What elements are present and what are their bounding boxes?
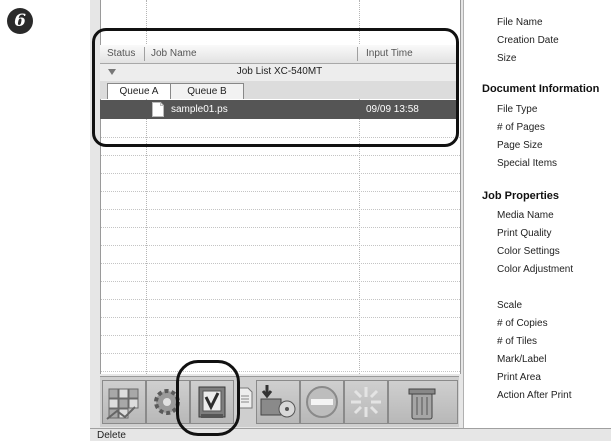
grid-row-line: [101, 263, 460, 264]
tab-queue-b[interactable]: Queue B: [170, 83, 244, 99]
step-number-badge: 6: [7, 8, 33, 34]
status-bar: Delete: [90, 428, 611, 441]
trash-icon: [408, 388, 436, 420]
prop-print-quality: Print Quality: [497, 228, 552, 239]
prop-pages: # of Pages: [497, 122, 545, 133]
burst-button[interactable]: [344, 380, 388, 424]
prop-action-after-print: Action After Print: [497, 390, 572, 401]
group-title: Job List XC-540MT: [236, 66, 323, 77]
print-to-device-button[interactable]: [256, 380, 300, 424]
document-information-heading: Document Information: [482, 83, 600, 95]
stop-icon: [306, 386, 338, 418]
document-icon: [237, 387, 253, 409]
prop-page-size: Page Size: [497, 140, 543, 151]
document-properties-button[interactable]: [234, 380, 256, 424]
column-header-input-time[interactable]: Input Time: [366, 48, 413, 59]
starburst-icon: [351, 387, 381, 417]
grid-row-line: [101, 209, 460, 210]
job-properties-heading: Job Properties: [482, 190, 560, 202]
gear-icon: [154, 389, 180, 415]
grid-row-line: [101, 353, 460, 354]
column-header-status[interactable]: Status: [107, 48, 135, 59]
prop-media-name: Media Name: [497, 210, 554, 221]
properties-panel: File Name Creation Date Size Document In…: [463, 0, 611, 428]
job-list-header[interactable]: Status Job Name Input Time: [100, 45, 459, 64]
prop-file-name: File Name: [497, 17, 543, 28]
status-text: Delete: [97, 430, 126, 441]
grid-row-line: [101, 191, 460, 192]
prop-copies: # of Copies: [497, 318, 548, 329]
grid-row-line: [101, 245, 460, 246]
job-list-group-row[interactable]: Job List XC-540MT: [100, 64, 459, 82]
settings-button[interactable]: [146, 380, 190, 424]
column-header-job-name[interactable]: Job Name: [151, 48, 197, 59]
rip-print-icon: [198, 386, 226, 418]
column-separator[interactable]: [144, 47, 145, 61]
input-time-cell: 09/09 13:58: [366, 104, 419, 115]
stop-button[interactable]: [300, 380, 344, 424]
column-separator[interactable]: [357, 47, 358, 61]
document-icon: [152, 102, 164, 117]
prop-special-items: Special Items: [497, 158, 558, 169]
print-to-device-icon: [260, 385, 296, 418]
grid-row-line: [101, 317, 460, 318]
job-name-cell: sample01.ps: [171, 104, 228, 115]
grid-row-line: [101, 371, 460, 372]
grid-row-line: [101, 335, 460, 336]
prop-tiles: # of Tiles: [497, 336, 538, 347]
prop-size: Size: [497, 53, 517, 64]
grid-row-line: [101, 137, 460, 138]
grid-row-line: [101, 299, 460, 300]
layout-button[interactable]: [102, 380, 146, 424]
prop-scale: Scale: [497, 300, 523, 311]
grid-row-line: [101, 227, 460, 228]
prop-creation-date: Creation Date: [497, 35, 559, 46]
grid-row-line: [101, 155, 460, 156]
prop-print-area: Print Area: [497, 372, 541, 383]
table-row-selected[interactable]: sample01.ps 09/09 13:58: [100, 100, 459, 119]
queue-tab-strip: Queue A Queue B: [100, 81, 459, 99]
prop-color-settings: Color Settings: [497, 246, 560, 257]
grid-row-line: [101, 281, 460, 282]
tab-queue-a[interactable]: Queue A: [107, 83, 171, 99]
prop-color-adjustment: Color Adjustment: [497, 264, 574, 275]
prop-file-type: File Type: [497, 104, 538, 115]
bottom-toolbar: [100, 376, 459, 427]
prop-mark-label: Mark/Label: [497, 354, 547, 365]
grid-row-line: [101, 173, 460, 174]
delete-button[interactable]: [388, 380, 458, 424]
layout-icon: [106, 388, 139, 420]
rip-and-print-button[interactable]: [190, 380, 234, 424]
